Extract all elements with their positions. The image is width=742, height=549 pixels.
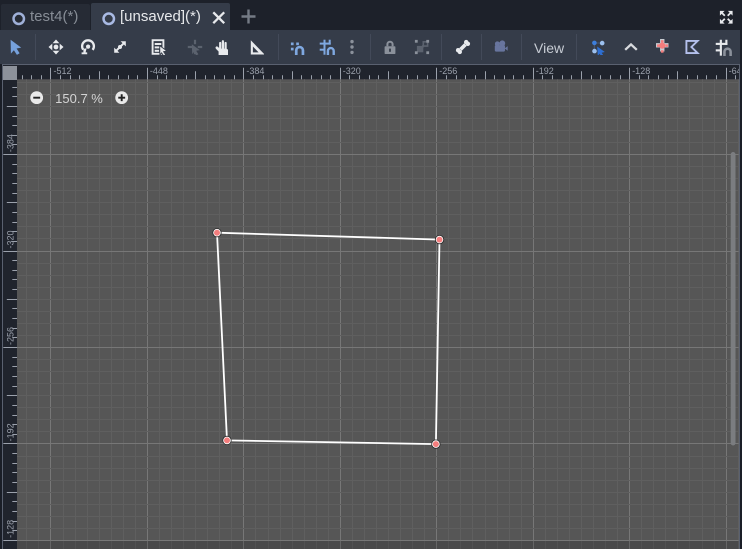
svg-text:-384: -384 bbox=[6, 134, 16, 152]
svg-text:-384: -384 bbox=[246, 66, 264, 76]
svg-text:-256: -256 bbox=[439, 66, 457, 76]
svg-text:-128: -128 bbox=[632, 66, 650, 76]
svg-text:-448: -448 bbox=[150, 66, 168, 76]
svg-text:-256: -256 bbox=[6, 327, 16, 345]
svg-text:-192: -192 bbox=[536, 66, 554, 76]
svg-text:-512: -512 bbox=[54, 66, 72, 76]
svg-text:-320: -320 bbox=[343, 66, 361, 76]
svg-text:-192: -192 bbox=[6, 423, 16, 441]
svg-text:-128: -128 bbox=[6, 520, 16, 538]
svg-text:-320: -320 bbox=[6, 230, 16, 248]
